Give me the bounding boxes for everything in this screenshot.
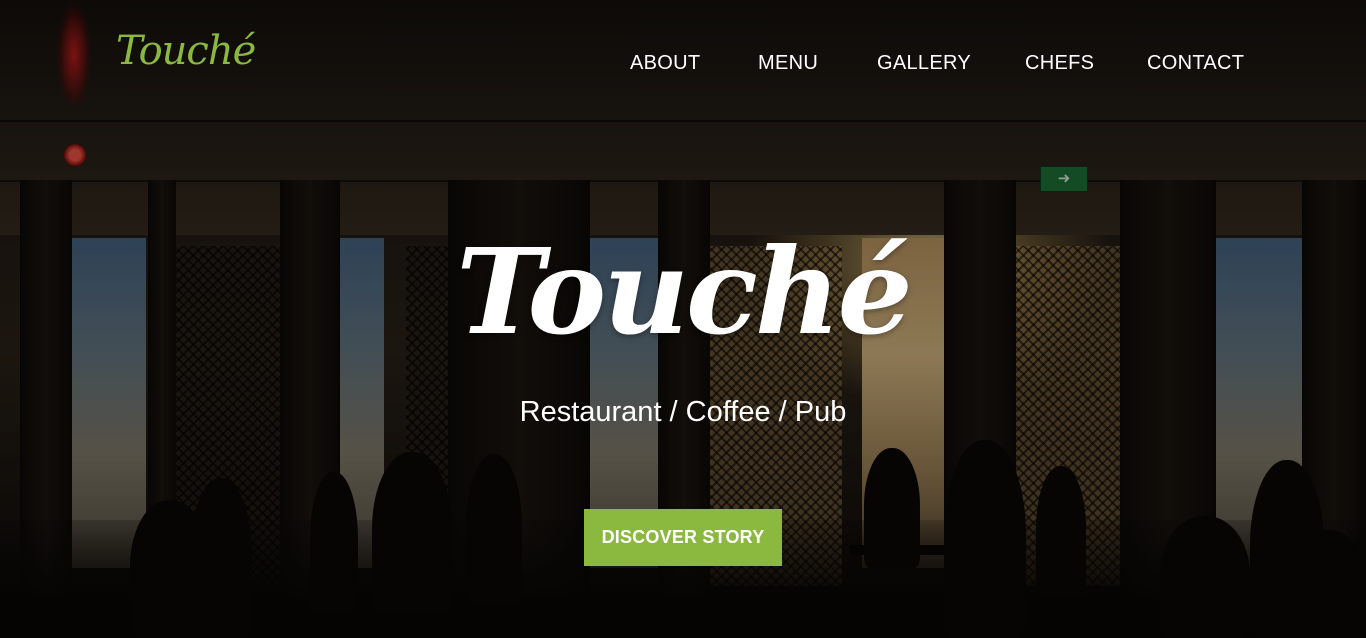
hero-subtitle: Restaurant / Coffee / Pub: [519, 396, 847, 428]
brand-logo[interactable]: Touché: [116, 28, 256, 74]
hero-title: Touché: [456, 222, 912, 361]
main-nav: ABOUT MENU GALLERY CHEFS CONTACT: [630, 52, 1250, 76]
nav-item-contact[interactable]: CONTACT: [1147, 52, 1244, 75]
nav-item-about[interactable]: ABOUT: [630, 52, 700, 75]
hero-section: ➜ Touché ABOUT MENU GALLERY CHEFS CONTAC…: [0, 0, 1366, 638]
nav-item-menu[interactable]: MENU: [758, 52, 818, 75]
nav-item-chefs[interactable]: CHEFS: [1025, 52, 1094, 75]
discover-story-button[interactable]: DISCOVER STORY: [584, 509, 782, 566]
nav-item-gallery[interactable]: GALLERY: [877, 52, 971, 75]
